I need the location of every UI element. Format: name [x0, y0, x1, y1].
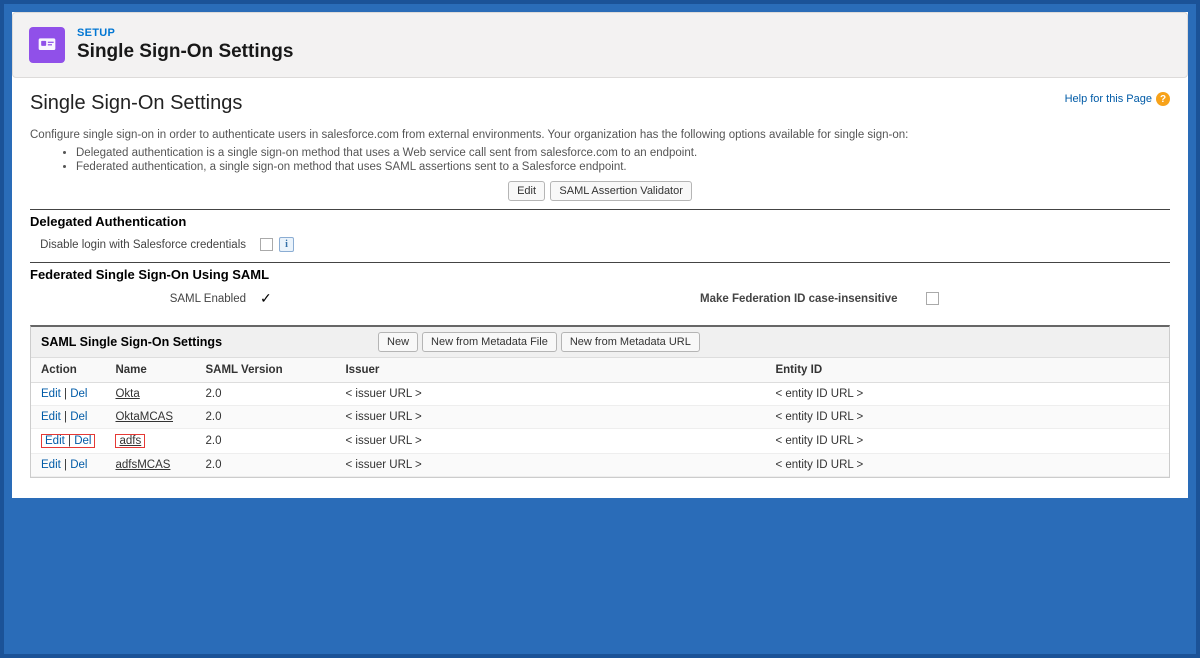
description-block: Configure single sign-on in order to aut… [30, 129, 1170, 173]
table-row: Edit | DeladfsMCAS2.0< issuer URL >< ent… [31, 454, 1169, 477]
row-edit-link[interactable]: Edit [45, 435, 65, 447]
saml-settings-table: Action Name SAML Version Issuer Entity I… [31, 358, 1169, 477]
new-from-url-button[interactable]: New from Metadata URL [561, 332, 700, 352]
delegated-heading: Delegated Authentication [30, 214, 1170, 229]
row-version: 2.0 [195, 406, 335, 429]
info-icon[interactable]: i [279, 237, 294, 252]
col-entity: Entity ID [765, 358, 1169, 383]
row-edit-link[interactable]: Edit [41, 459, 61, 471]
saml-enabled-label: SAML Enabled [30, 293, 260, 305]
fed-id-case-checkbox[interactable] [926, 292, 939, 305]
help-link-label: Help for this Page [1065, 93, 1152, 105]
row-del-link[interactable]: Del [70, 459, 87, 471]
col-version: SAML Version [195, 358, 335, 383]
row-issuer: < issuer URL > [335, 406, 765, 429]
saml-validator-button[interactable]: SAML Assertion Validator [550, 181, 692, 201]
checkmark-icon: ✓ [260, 290, 272, 307]
bullet-delegated: Delegated authentication is a single sig… [76, 147, 1170, 159]
bullet-federated: Federated authentication, a single sign-… [76, 161, 1170, 173]
row-name-link[interactable]: adfsMCAS [115, 459, 170, 471]
col-issuer: Issuer [335, 358, 765, 383]
row-name-link[interactable]: OktaMCAS [115, 411, 173, 423]
breadcrumb: SETUP [77, 27, 293, 39]
row-name-link[interactable]: adfs [119, 435, 141, 447]
row-version: 2.0 [195, 454, 335, 477]
federated-heading: Federated Single Sign-On Using SAML [30, 267, 1170, 282]
saml-settings-table-section: SAML Single Sign-On Settings New New fro… [30, 325, 1170, 478]
app-frame: SETUP Single Sign-On Settings Single Sig… [0, 0, 1200, 658]
col-name: Name [105, 358, 195, 383]
help-icon: ? [1156, 92, 1170, 106]
table-row: Edit | DelOktaMCAS2.0< issuer URL >< ent… [31, 406, 1169, 429]
page-title: Single Sign-On Settings [77, 41, 293, 63]
row-issuer: < issuer URL > [335, 454, 765, 477]
row-entity: < entity ID URL > [765, 429, 1169, 454]
row-del-link[interactable]: Del [70, 411, 87, 423]
page-content: SETUP Single Sign-On Settings Single Sig… [12, 12, 1188, 498]
row-version: 2.0 [195, 429, 335, 454]
page-header: SETUP Single Sign-On Settings [12, 12, 1188, 78]
description-list: Delegated authentication is a single sig… [76, 147, 1170, 173]
row-issuer: < issuer URL > [335, 383, 765, 406]
table-row: Edit | DelOkta2.0< issuer URL >< entity … [31, 383, 1169, 406]
help-link[interactable]: Help for this Page ? [1065, 92, 1170, 106]
description-text: Configure single sign-on in order to aut… [30, 129, 1170, 141]
row-edit-link[interactable]: Edit [41, 411, 61, 423]
row-edit-link[interactable]: Edit [41, 388, 61, 400]
disable-login-checkbox[interactable] [260, 238, 273, 251]
row-entity: < entity ID URL > [765, 454, 1169, 477]
new-from-file-button[interactable]: New from Metadata File [422, 332, 557, 352]
row-del-link[interactable]: Del [70, 388, 87, 400]
fed-id-case-label: Make Federation ID case-insensitive [600, 293, 912, 305]
section-heading: Single Sign-On Settings [30, 92, 242, 115]
row-version: 2.0 [195, 383, 335, 406]
col-action: Action [31, 358, 105, 383]
row-entity: < entity ID URL > [765, 406, 1169, 429]
new-button[interactable]: New [378, 332, 418, 352]
disable-login-label: Disable login with Salesforce credential… [30, 239, 260, 251]
row-name-link[interactable]: Okta [115, 388, 139, 400]
table-row: Edit | Deladfs2.0< issuer URL >< entity … [31, 429, 1169, 454]
row-entity: < entity ID URL > [765, 383, 1169, 406]
sso-icon [29, 27, 65, 63]
edit-button[interactable]: Edit [508, 181, 545, 201]
row-issuer: < issuer URL > [335, 429, 765, 454]
saml-table-title: SAML Single Sign-On Settings [41, 335, 222, 349]
row-del-link[interactable]: Del [74, 435, 91, 447]
